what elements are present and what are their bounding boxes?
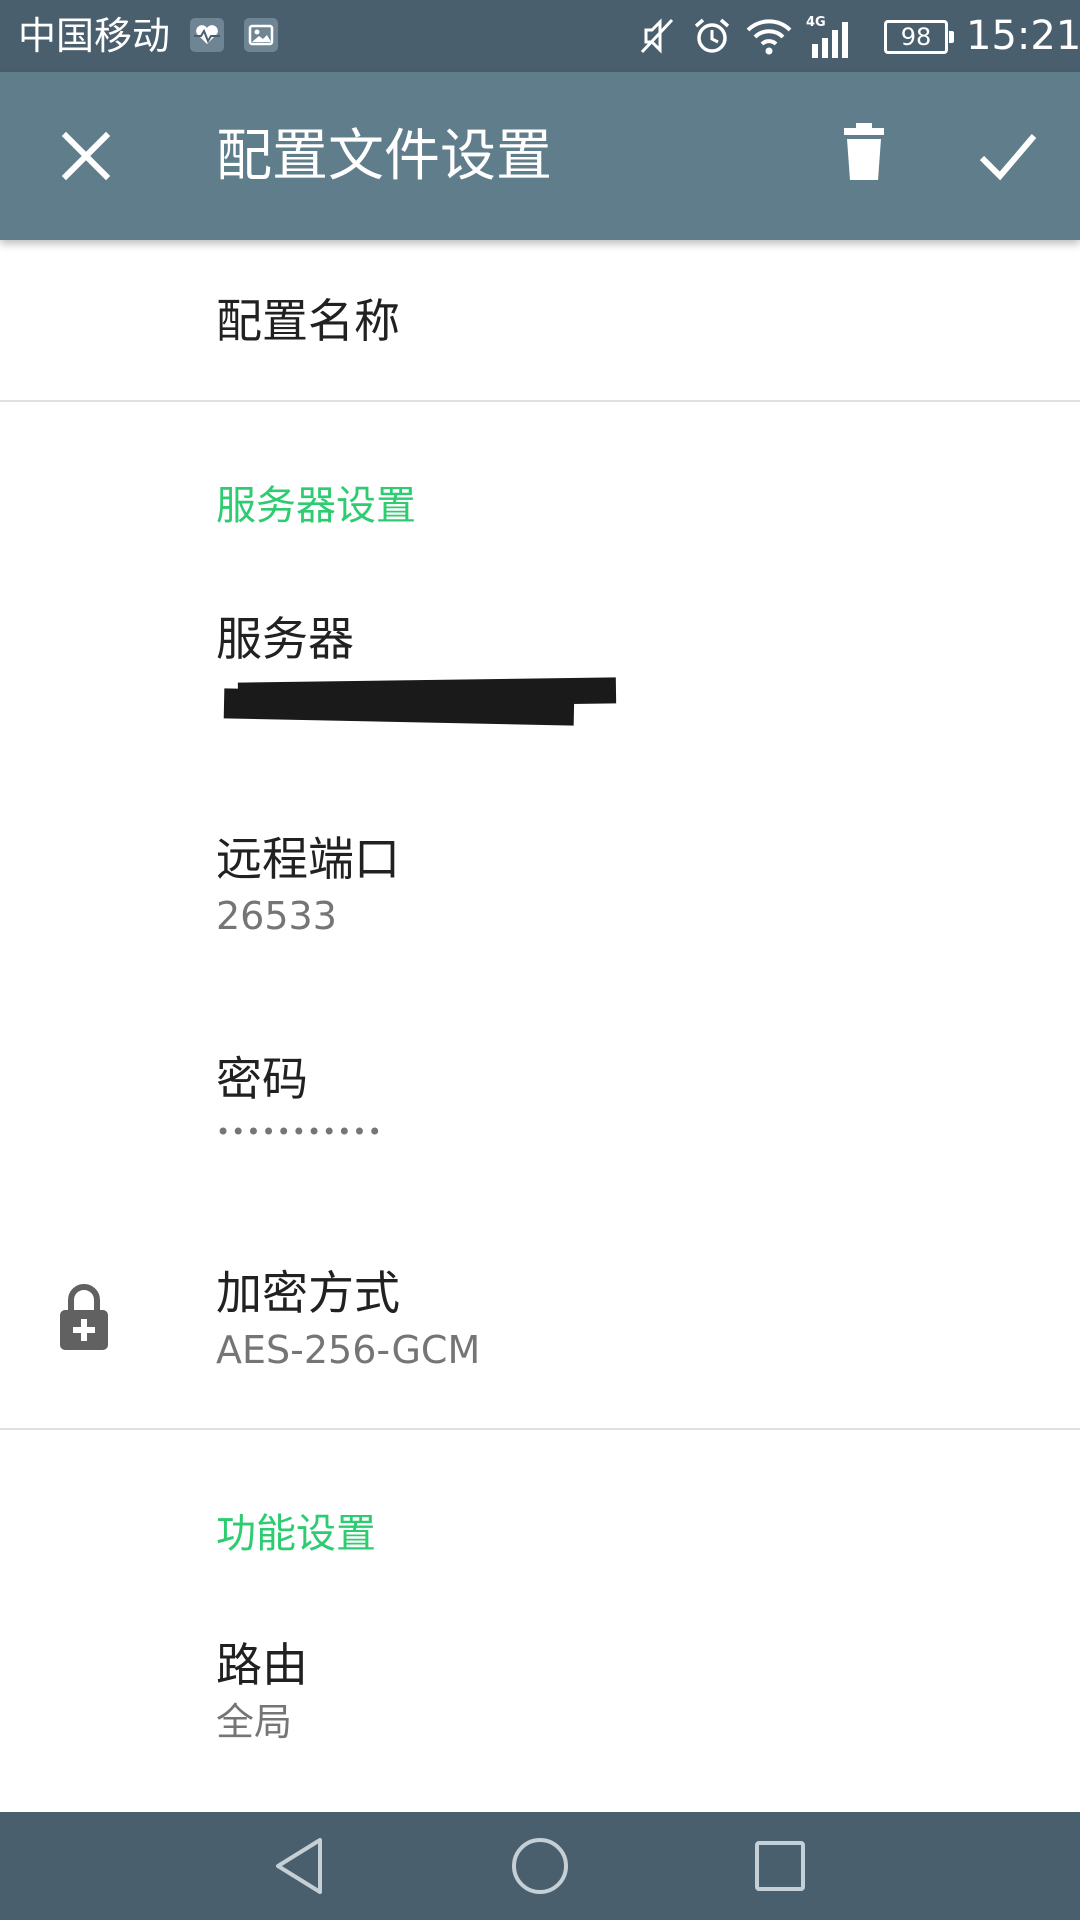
encryption-title: 加密方式 <box>216 1266 400 1320</box>
status-time: 15:21 <box>966 13 1080 59</box>
server-title: 服务器 <box>216 612 354 666</box>
password-item[interactable]: 密码 ••••••••••• <box>0 1020 1080 1220</box>
mute-icon <box>636 14 680 62</box>
carrier-name: 中国移动 <box>18 14 171 58</box>
trash-icon[interactable] <box>836 122 892 190</box>
profile-name-title: 配置名称 <box>216 294 400 348</box>
battery-indicator: 98 <box>884 20 954 54</box>
remote-port-item[interactable]: 远程端口 26533 <box>0 800 1080 1000</box>
redaction-mark <box>223 688 575 726</box>
navigation-bar <box>0 1812 1080 1920</box>
route-value: 全局 <box>216 1700 293 1744</box>
alarm-icon <box>690 14 734 62</box>
password-title: 密码 <box>216 1052 308 1106</box>
page-title: 配置文件设置 <box>216 124 552 189</box>
app-bar: 配置文件设置 <box>0 72 1080 240</box>
server-item[interactable]: 服务器 <box>0 580 1080 780</box>
encryption-item[interactable]: 加密方式 AES-256-GCM <box>0 1240 1080 1420</box>
close-icon[interactable] <box>56 126 116 190</box>
divider <box>0 400 1080 402</box>
signal-icon: 4G <box>804 14 860 66</box>
password-value: ••••••••••• <box>216 1118 383 1146</box>
lock-plus-icon <box>58 1284 110 1358</box>
image-icon <box>244 18 278 52</box>
remote-port-value: 26533 <box>216 894 337 938</box>
server-section-header: 服务器设置 <box>216 483 416 529</box>
route-item[interactable]: 路由 全局 <box>0 1610 1080 1800</box>
profile-name-item[interactable]: 配置名称 <box>0 240 1080 400</box>
divider <box>0 1428 1080 1430</box>
route-title: 路由 <box>216 1638 308 1692</box>
back-triangle-icon[interactable] <box>260 1830 340 1902</box>
recents-square-icon[interactable] <box>740 1830 820 1902</box>
home-circle-icon[interactable] <box>500 1830 580 1902</box>
svg-text:4G: 4G <box>806 15 826 30</box>
feature-section-header: 功能设置 <box>216 1511 376 1557</box>
heart-monitor-icon <box>190 18 224 52</box>
encryption-value: AES-256-GCM <box>216 1328 481 1372</box>
check-icon[interactable] <box>976 128 1040 188</box>
wifi-icon <box>744 14 794 62</box>
status-bar: 中国移动 4G 98 15:21 <box>0 0 1080 72</box>
remote-port-title: 远程端口 <box>216 832 400 886</box>
